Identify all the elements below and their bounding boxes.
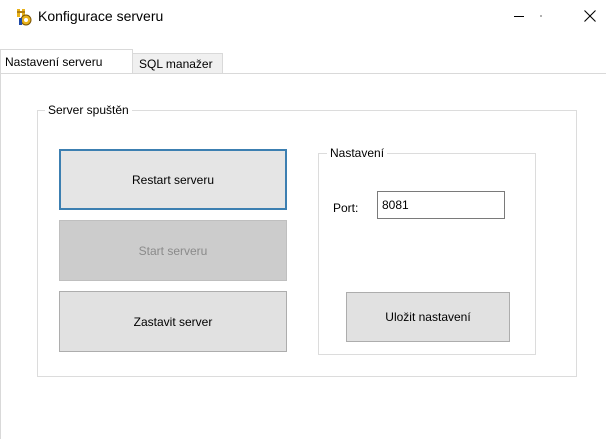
tab-server-settings[interactable]: Nastavení serveru — [0, 49, 133, 73]
close-button[interactable] — [552, 0, 598, 31]
port-input[interactable]: 8081 — [377, 191, 505, 219]
maximize-icon — [540, 14, 542, 17]
server-status-label: Server spuštěn — [45, 102, 132, 118]
tab-sql-manager[interactable]: SQL manažer — [133, 53, 223, 74]
port-label: Port: — [333, 201, 359, 215]
maximize-button[interactable] — [496, 0, 542, 31]
config-window: Konfigurace serveru Nastavení serveru SQ… — [0, 0, 606, 439]
stop-server-button[interactable]: Zastavit server — [59, 291, 287, 352]
close-icon — [584, 9, 596, 22]
settings-group: Nastavení Port: 8081 Uložit nastavení — [318, 145, 536, 355]
title-bar[interactable]: Konfigurace serveru — [0, 0, 606, 31]
settings-label: Nastavení — [327, 145, 388, 161]
tab-page-server-settings: Server spuštěn Restart serveru Start ser… — [0, 73, 606, 439]
app-gear-icon — [15, 8, 33, 26]
restart-server-button[interactable]: Restart serveru — [59, 149, 287, 210]
start-server-button: Start serveru — [59, 220, 287, 281]
save-settings-button[interactable]: Uložit nastavení — [346, 292, 510, 342]
server-group: Server spuštěn Restart serveru Start ser… — [37, 102, 577, 377]
window-title: Konfigurace serveru — [38, 8, 164, 24]
